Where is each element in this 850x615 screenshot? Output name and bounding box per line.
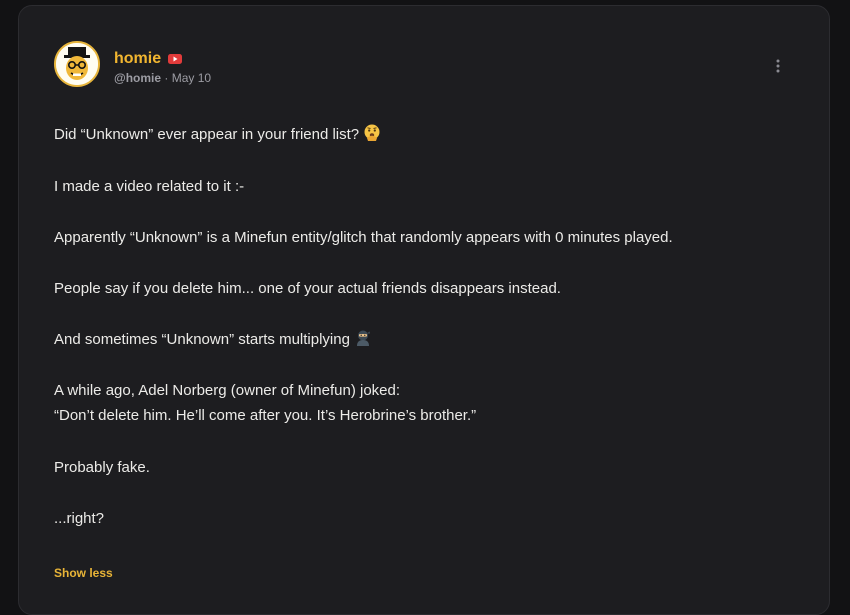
post-line-1-text: Did “Unknown” ever appear in your friend… <box>54 126 360 143</box>
post-date: May 10 <box>171 71 212 85</box>
post-line-4: People say if you delete him... one of y… <box>54 280 561 297</box>
avatar-image <box>56 43 98 85</box>
post-meta: @homie · May 10 <box>114 70 211 86</box>
avatar[interactable] <box>54 41 100 87</box>
ninja-emoji <box>356 330 370 346</box>
post-card: homie @homie · May 10 Did “Unknown” ever… <box>18 5 830 615</box>
youtube-icon <box>168 54 182 64</box>
post-line-9: ...right? <box>54 510 105 527</box>
post-line-6: A while ago, Adel Norberg (owner of Mine… <box>54 382 401 399</box>
post-line-1: Did “Unknown” ever appear in your friend… <box>54 124 381 146</box>
author-handle[interactable]: @homie <box>114 71 161 85</box>
post-line-7: “Don’t delete him. He’ll come after you.… <box>54 407 477 424</box>
show-less-button[interactable]: Show less <box>54 565 113 581</box>
post-line-8: Probably fake. <box>54 459 150 476</box>
post-line-5-text: And sometimes “Unknown” starts multiplyi… <box>54 331 350 348</box>
meta-separator: · <box>164 71 169 85</box>
post-line-5: And sometimes “Unknown” starts multiplyi… <box>54 329 372 351</box>
post-line-3: Apparently “Unknown” is a Minefun entity… <box>54 229 673 246</box>
more-vertical-icon[interactable] <box>770 56 786 76</box>
thinking-face-hand-over-mouth-emoji <box>364 124 380 141</box>
author-name[interactable]: homie <box>114 49 161 69</box>
post-line-2: I made a video related to it :- <box>54 178 245 195</box>
